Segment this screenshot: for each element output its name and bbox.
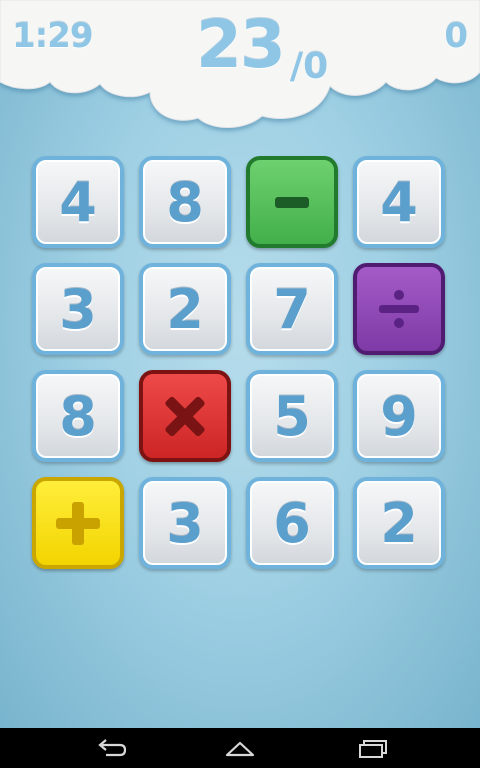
number-tile[interactable]: 5 [246,370,338,462]
number-tile[interactable]: 9 [353,370,445,462]
timer: 1:29 [12,16,94,56]
cloud-header: 1:29 23 /0 0 [0,0,480,140]
multiply-tile[interactable] [139,370,231,462]
recent-apps-button[interactable] [352,736,392,760]
number-tile[interactable]: 3 [139,477,231,569]
plus-icon [48,493,108,553]
number-tile[interactable]: 2 [139,263,231,355]
score: 23 [196,6,286,83]
number-tile[interactable]: 4 [353,156,445,248]
system-nav-bar [0,728,480,768]
number-tile[interactable]: 7 [246,263,338,355]
home-button[interactable] [220,736,260,760]
number-tile[interactable]: 8 [139,156,231,248]
plus-tile[interactable] [32,477,124,569]
game-screen: 1:29 23 /0 0 4 8 4 3 2 7 8 5 9 3 6 2 [0,0,480,728]
back-button[interactable] [92,736,132,760]
back-icon [98,739,127,757]
score-suffix: /0 [290,46,329,87]
number-tile[interactable]: 8 [32,370,124,462]
number-tile[interactable]: 2 [353,477,445,569]
recent-apps-icon [359,740,387,758]
number-tile[interactable]: 4 [32,156,124,248]
home-icon [225,741,255,757]
number-tile[interactable]: 6 [246,477,338,569]
divide-tile[interactable] [353,263,445,355]
score-counter: 0 [444,16,468,56]
minus-tile[interactable] [246,156,338,248]
number-tile[interactable]: 3 [32,263,124,355]
minus-icon [262,172,322,232]
divide-icon [369,279,429,339]
tile-grid: 4 8 4 3 2 7 8 5 9 3 6 2 [32,156,452,576]
multiply-icon [155,386,215,446]
